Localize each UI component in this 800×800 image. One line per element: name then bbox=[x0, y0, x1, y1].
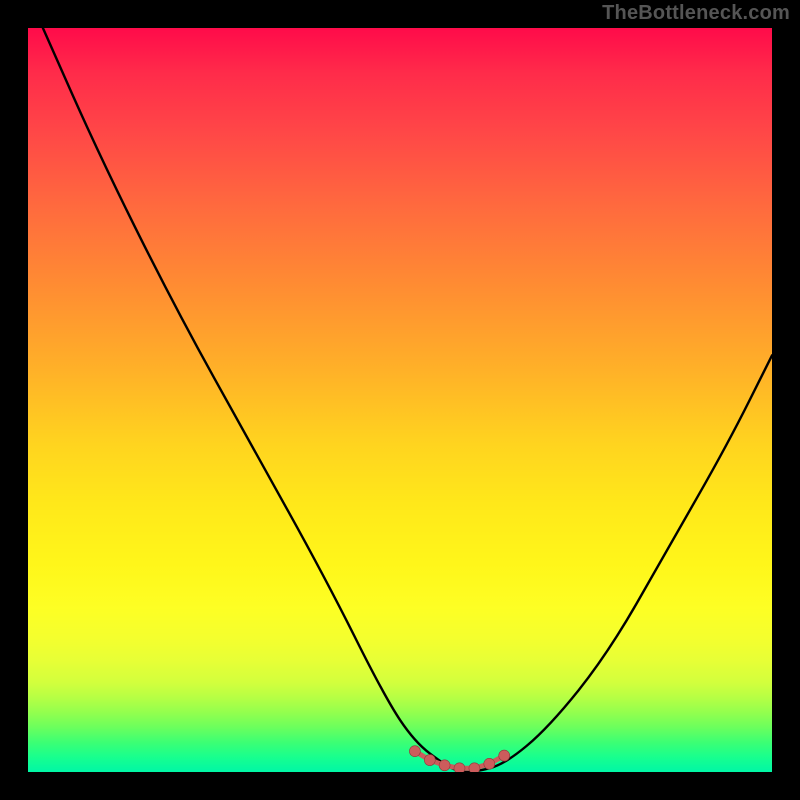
plot-area bbox=[28, 28, 772, 772]
chart-frame: TheBottleneck.com bbox=[0, 0, 800, 800]
curve-svg bbox=[28, 28, 772, 772]
watermark-text: TheBottleneck.com bbox=[602, 2, 790, 25]
bottleneck-curve bbox=[43, 28, 772, 772]
